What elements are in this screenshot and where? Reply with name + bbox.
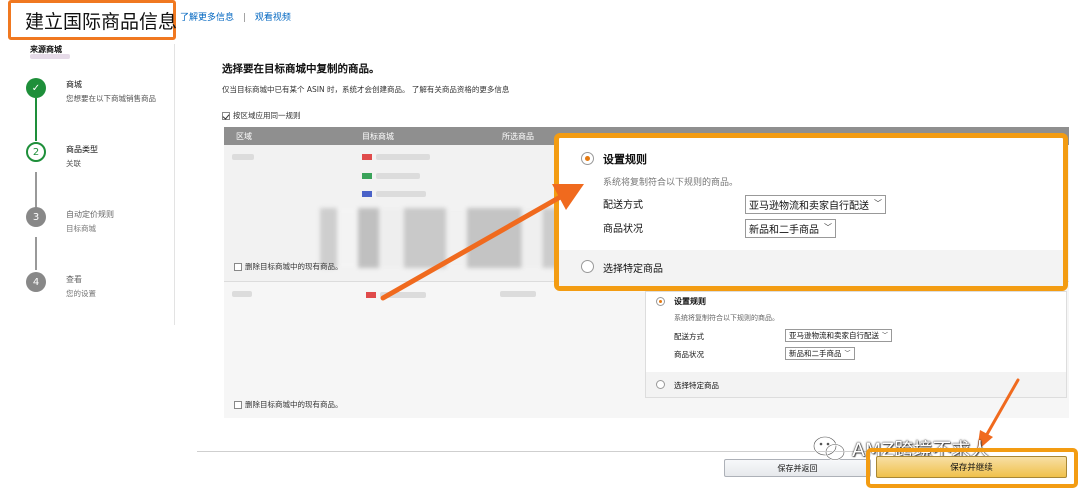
learn-more-link[interactable]: 了解更多信息 (180, 13, 234, 23)
step-4-title: 查看 (66, 275, 82, 284)
delete-existing-checkbox-1[interactable]: 删除目标商城中的现有商品。 (234, 261, 343, 272)
rule-popup-description: 系统将复制符合以下规则的商品。 (603, 178, 739, 188)
step-3-circle: 3 (26, 207, 46, 227)
rule-popup-condition-label: 商品状况 (603, 224, 643, 235)
apply-same-rule-label: 按区域应用同一规则 (233, 111, 301, 120)
wechat-icon (813, 436, 845, 461)
apply-same-rule-checkbox[interactable]: 按区域应用同一规则 (222, 110, 301, 121)
header-links: 了解更多信息 | 观看视频 (180, 10, 291, 23)
step-connector-3 (35, 237, 37, 270)
rule-panel-option-specific[interactable]: 选择特定商品 (674, 380, 719, 391)
source-marketplace-value (30, 54, 70, 59)
rule-panel-shipping-select[interactable]: 亚马逊物流和卖家自行配送 ﹀ (785, 329, 892, 342)
rule-popup-shipping-value: 亚马逊物流和卖家自行配送 (749, 201, 869, 212)
step-3-title: 自动定价规则 (66, 210, 114, 219)
main-heading: 选择要在目标商城中复制的商品。 (222, 63, 380, 75)
link-separator: | (242, 13, 246, 23)
page-title: 建立国际商品信息 (25, 11, 178, 33)
marketplace-name-blurred (376, 173, 420, 179)
column-selected-products: 所选商品 (502, 132, 534, 141)
rule-panel-condition-label: 商品状况 (674, 350, 704, 359)
chevron-down-icon: ﹀ (881, 332, 888, 339)
checkbox-checked-icon[interactable] (222, 111, 230, 120)
region-name-blurred (232, 291, 252, 297)
rule-panel-option-rules[interactable]: 设置规则 (674, 296, 706, 307)
flag-icon (362, 154, 372, 160)
rule-popup-highlight: 设置规则 系统将复制符合以下规则的商品。 配送方式 亚马逊物流和卖家自行配送 ﹀… (554, 133, 1068, 291)
flag-icon (366, 292, 376, 298)
rule-panel-condition-select[interactable]: 新品和二手商品 ﹀ (785, 347, 855, 360)
rule-popup-option-rules[interactable]: 设置规则 (603, 151, 647, 167)
rule-popup-radio-rules[interactable] (581, 152, 594, 165)
region-name-blurred (232, 154, 254, 160)
rule-panel-radio-specific[interactable] (656, 380, 665, 389)
rule-popup-radio-specific[interactable] (581, 260, 594, 273)
rule-popup-option-specific[interactable]: 选择特定商品 (603, 260, 663, 275)
checkbox-icon[interactable] (234, 400, 242, 409)
rule-panel-shipping-label: 配送方式 (674, 332, 704, 341)
delete-existing-label-1: 删除目标商城中的现有商品。 (245, 262, 343, 271)
rule-popup-shipping-select[interactable]: 亚马逊物流和卖家自行配送 ﹀ (745, 195, 886, 214)
rule-popup: 设置规则 系统将复制符合以下规则的商品。 配送方式 亚马逊物流和卖家自行配送 ﹀… (559, 138, 1063, 286)
rule-popup-shipping-label: 配送方式 (603, 200, 643, 211)
step-2-circle: 2 (26, 142, 46, 162)
delete-existing-checkbox-2[interactable]: 删除目标商城中的现有商品。 (234, 399, 343, 410)
rule-panel: 设置规则 系统将复制符合以下规则的商品。 配送方式 亚马逊物流和卖家自行配送 ﹀… (645, 291, 1067, 398)
step-sidebar: 来源商城 ✓ 商城 您想要在以下商城销售商品 2 商品类型 关联 3 自动定价规… (0, 44, 175, 325)
step-4-subtitle: 您的设置 (66, 289, 96, 298)
rule-panel-shipping-value: 亚马逊物流和卖家自行配送 (789, 331, 879, 340)
page-title-highlight: 建立国际商品信息 (8, 0, 178, 40)
chevron-down-icon: ﹀ (844, 350, 851, 357)
chevron-down-icon: ﹀ (874, 199, 882, 208)
flag-icon (362, 173, 372, 179)
step-1-subtitle: 您想要在以下商城销售商品 (66, 94, 156, 103)
delete-existing-label-2: 删除目标商城中的现有商品。 (245, 400, 343, 409)
step-connector-1 (35, 98, 37, 141)
step-2-subtitle: 关联 (66, 159, 81, 168)
column-region: 区域 (236, 132, 252, 141)
main-description: 仅当目标商城中已有某个 ASIN 时，系统才会创建商品。 了解有关商品资格的更多… (222, 85, 510, 94)
watch-video-link[interactable]: 观看视频 (255, 13, 291, 23)
step-1-check-icon: ✓ (26, 78, 46, 98)
rule-panel-description: 系统将复制符合以下规则的商品。 (674, 314, 779, 322)
step-1-title[interactable]: 商城 (66, 79, 82, 90)
rule-popup-condition-select[interactable]: 新品和二手商品 ﹀ (745, 219, 836, 238)
chevron-down-icon: ﹀ (824, 223, 832, 232)
rule-popup-condition-value: 新品和二手商品 (749, 225, 819, 236)
rule-panel-condition-value: 新品和二手商品 (789, 349, 842, 358)
checkbox-icon[interactable] (234, 262, 242, 271)
selected-products-blurred (500, 291, 536, 297)
rule-panel-radio-rules[interactable] (656, 297, 665, 306)
flag-icon (362, 191, 372, 197)
step-4-circle: 4 (26, 272, 46, 292)
step-3-subtitle: 目标商城 (66, 224, 96, 233)
marketplace-name-blurred (376, 191, 426, 197)
marketplace-name-blurred (380, 292, 426, 298)
column-target-marketplace: 目标商城 (362, 132, 394, 141)
step-connector-2 (35, 172, 37, 208)
save-and-continue-button[interactable]: 保存并继续 (876, 456, 1067, 478)
marketplace-name-blurred (376, 154, 430, 160)
step-2-title[interactable]: 商品类型 (66, 144, 98, 155)
